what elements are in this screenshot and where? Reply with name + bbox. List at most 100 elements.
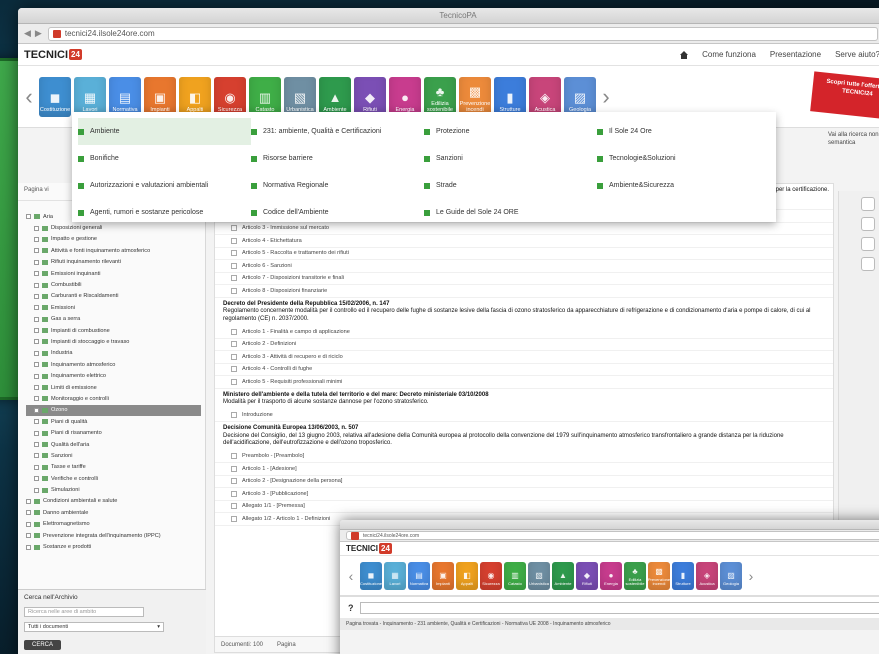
ribbon-prev-icon[interactable]: ‹	[344, 568, 358, 584]
ribbon-tile[interactable]: ♣ Edilizia sostenibile	[624, 561, 646, 590]
checkbox[interactable]	[34, 339, 39, 345]
checkbox[interactable]	[34, 225, 39, 231]
ribbon-tile[interactable]: ▲ Ambiente	[552, 561, 574, 590]
ribbon-next-icon[interactable]: ›	[599, 84, 613, 110]
ribbon-tile[interactable]: ▩ Prevenzione incendi	[648, 561, 670, 590]
ribbon-tile[interactable]: ▦ Lavori	[74, 76, 106, 117]
ribbon-tile[interactable]: ▤ Normativa	[408, 561, 430, 590]
tree-item[interactable]: Attività e fonti inquinamento atmosferic…	[26, 245, 201, 256]
result-heading[interactable]: Decreto del Presidente della Repubblica …	[215, 298, 833, 327]
menu-item[interactable]: Risorse barriere	[251, 145, 424, 172]
ribbon-tile[interactable]: ▣ Impianti	[144, 76, 176, 117]
ribbon-tile[interactable]: ◉ Sicurezza	[214, 76, 246, 117]
checkbox[interactable]	[34, 282, 39, 288]
result-article-row[interactable]: Articolo 6 - Sanzioni	[215, 260, 833, 273]
nav-buttons[interactable]: ◀ ▶	[24, 28, 42, 39]
checkbox[interactable]	[34, 396, 39, 402]
result-article-row[interactable]: Articolo 7 - Disposizioni transitorie e …	[215, 273, 833, 285]
site-logo[interactable]: TECNICI 24	[24, 49, 82, 61]
menu-item[interactable]: Codice dell'Ambiente	[251, 199, 424, 226]
menu-item[interactable]: Strade	[424, 172, 597, 199]
result-article-row[interactable]: Articolo 4 - Controlli di fughe	[215, 364, 833, 376]
checkbox[interactable]	[34, 385, 39, 391]
tree-item[interactable]: Prevenzione integrata dell'inquinamento …	[26, 530, 201, 541]
menu-item[interactable]: Normativa Regionale	[251, 172, 424, 199]
tree-item[interactable]: Elettromagnetismo	[26, 519, 201, 530]
result-article-row[interactable]: Allegato 1/1 - [Premessa]	[215, 501, 833, 513]
checkbox[interactable]	[231, 287, 237, 294]
result-article-row[interactable]: Articolo 3 - Attività di recupero e di r…	[215, 351, 833, 364]
tree-item[interactable]: Tasse e tariffe	[26, 462, 201, 473]
forward-icon[interactable]: ▶	[35, 28, 42, 39]
result-heading[interactable]: Decisione Comunità Europea 13/06/2003, n…	[215, 422, 833, 451]
tree-item[interactable]: Impatto e gestione	[26, 234, 201, 245]
menu-item[interactable]: Le Guide del Sole 24 ORE	[424, 199, 597, 226]
checkbox[interactable]	[231, 503, 237, 510]
checkbox[interactable]	[231, 515, 237, 522]
tree-item[interactable]: Inquinamento elettrico	[26, 370, 201, 381]
checkbox[interactable]	[34, 419, 39, 425]
result-article-row[interactable]: Articolo 8 - Disposizioni finanziarie	[215, 285, 833, 298]
checkbox[interactable]	[231, 341, 237, 348]
checkbox[interactable]	[34, 248, 39, 254]
checkbox[interactable]	[34, 259, 39, 265]
checkbox[interactable]	[26, 544, 31, 550]
checkbox[interactable]	[34, 236, 39, 242]
ribbon-tile[interactable]: ▩ Prevenzione incendi	[459, 76, 491, 117]
result-article-row[interactable]: Articolo 2 - [Designazione della persona…	[215, 476, 833, 488]
tool-button[interactable]	[861, 197, 875, 211]
result-article-row[interactable]: Articolo 2 - Definizioni	[215, 339, 833, 351]
checkbox[interactable]	[26, 214, 31, 220]
menu-item[interactable]: Tecnologie&Soluzioni	[597, 145, 770, 172]
checkbox[interactable]	[34, 453, 39, 459]
checkbox[interactable]	[34, 328, 39, 334]
tree-item[interactable]: Emissioni inquinanti	[26, 268, 201, 279]
tree-item[interactable]: Rifiuti inquinamento rilevanti	[26, 257, 201, 268]
checkbox[interactable]	[34, 350, 39, 356]
checkbox[interactable]	[231, 225, 237, 232]
checkbox[interactable]	[26, 533, 31, 539]
checkbox[interactable]	[231, 275, 237, 282]
result-article-row[interactable]: Preambolo - [Preambolo]	[215, 451, 833, 463]
checkbox[interactable]	[231, 328, 237, 335]
link-presentazione[interactable]: Presentazione	[770, 50, 821, 59]
tree-item[interactable]: Monitoraggio e controlli	[26, 393, 201, 404]
ribbon-next-icon[interactable]: ›	[744, 568, 758, 584]
checkbox[interactable]	[34, 373, 39, 379]
pager[interactable]: Pagina	[277, 642, 296, 648]
tree-item[interactable]: Condizioni ambientali e salute	[26, 496, 201, 507]
checkbox[interactable]	[231, 250, 237, 257]
tree-item[interactable]: Danno ambientale	[26, 507, 201, 518]
tree-item[interactable]: Ozono	[26, 404, 201, 417]
menu-item[interactable]: Sanzioni	[424, 145, 597, 172]
tree-item[interactable]: Qualità dell'aria	[26, 439, 201, 450]
ribbon-tile[interactable]: ▧ Urbanistica	[284, 76, 316, 117]
search-button[interactable]: CERCA	[24, 640, 62, 650]
tool-button[interactable]	[861, 257, 875, 271]
checkbox[interactable]	[34, 293, 39, 299]
ribbon-tile[interactable]: ▮ Strutture	[494, 76, 526, 117]
checkbox[interactable]	[231, 490, 237, 497]
ribbon-tile[interactable]: ▥ Catasto	[504, 561, 526, 590]
ribbon-tile[interactable]: ● Energia	[600, 561, 622, 590]
ribbon-tile[interactable]: ◧ Appalti	[179, 76, 211, 117]
menu-item[interactable]: Il Sole 24 Ore	[597, 118, 770, 145]
ribbon-tile[interactable]: ● Energia	[389, 76, 421, 117]
promo-banner[interactable]: Scopri tutte l'offerta di TECNICI24	[810, 71, 879, 121]
tree-item[interactable]: Verifiche e controlli	[26, 473, 201, 484]
tree-item[interactable]: Gas a serra	[26, 314, 201, 325]
checkbox[interactable]	[26, 510, 31, 516]
ribbon-tile[interactable]: ◈ Acustica	[696, 561, 718, 590]
ribbon-tile[interactable]: ▥ Catasto	[249, 76, 281, 117]
menu-item[interactable]: Protezione	[424, 118, 597, 145]
ribbon-tile[interactable]: ◆ Rifiuti	[354, 76, 386, 117]
ribbon-tile[interactable]: ▨ Geologia	[564, 76, 596, 117]
checkbox[interactable]	[231, 378, 237, 385]
checkbox[interactable]	[231, 262, 237, 269]
link-serve-aiuto[interactable]: Serve aiuto?	[835, 50, 879, 59]
site-logo[interactable]: TECNICI 24	[346, 543, 392, 554]
menu-item[interactable]: Ambiente&Sicurezza	[597, 172, 770, 199]
checkbox[interactable]	[34, 362, 39, 368]
tree-item[interactable]: Impianti di combustione	[26, 325, 201, 336]
checkbox[interactable]	[231, 478, 237, 485]
